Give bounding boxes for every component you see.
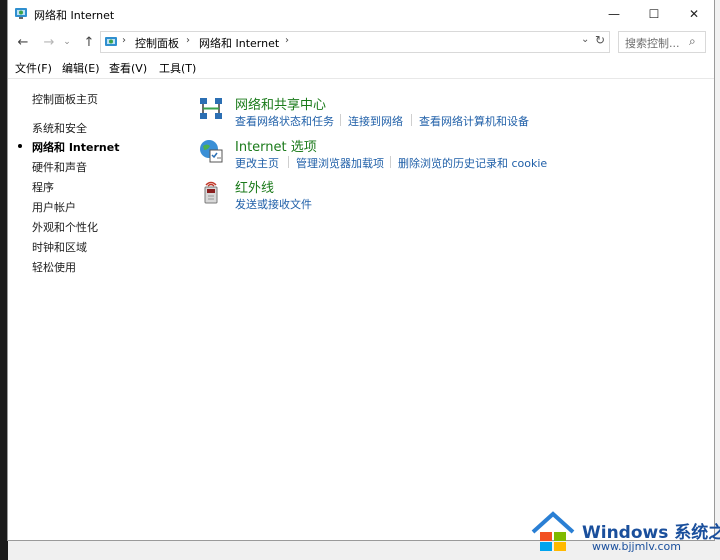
back-button[interactable]: ← (14, 33, 32, 51)
sidebar-item-ease-of-access[interactable]: 轻松使用 (32, 259, 76, 275)
sidebar-item-programs[interactable]: 程序 (32, 179, 54, 195)
breadcrumb-separator[interactable]: › (285, 35, 289, 46)
link-separator (390, 156, 391, 168)
menu-file[interactable]: 文件(F) (15, 60, 52, 76)
link-connect-to-network[interactable]: 连接到网络 (348, 113, 403, 129)
maximize-icon: ☐ (648, 7, 660, 21)
maximize-button[interactable]: ☐ (634, 0, 674, 28)
sidebar-item-system-security[interactable]: 系统和安全 (32, 120, 87, 136)
network-sharing-icon[interactable] (198, 96, 224, 122)
link-send-receive-files[interactable]: 发送或接收文件 (235, 196, 312, 212)
search-icon[interactable]: ⌕ (689, 34, 696, 49)
navigation-bar: ← → ⌄ ↑ › 控制面板 › 网络和 Internet › ⌄ ↻ 搜索控制… (8, 29, 714, 55)
sidebar-item-network-internet[interactable]: 网络和 Internet (32, 139, 119, 155)
window-title: 网络和 Internet (34, 9, 115, 22)
forward-arrow-icon: → (43, 34, 55, 50)
address-bar[interactable]: › 控制面板 › 网络和 Internet › ⌄ ↻ (100, 31, 610, 53)
title-bar: 网络和 Internet — ☐ ✕ (8, 0, 714, 28)
back-arrow-icon: ← (17, 34, 29, 50)
link-manage-addons[interactable]: 管理浏览器加载项 (296, 155, 384, 171)
sidebar-home-link[interactable]: 控制面板主页 (32, 91, 98, 107)
category-network-sharing-center[interactable]: 网络和共享中心 (235, 94, 326, 113)
infrared-icon[interactable] (198, 179, 224, 205)
link-change-homepage[interactable]: 更改主页 (235, 155, 279, 171)
sidebar-item-clock-region[interactable]: 时钟和区域 (32, 239, 87, 255)
background-window-edge (714, 0, 720, 560)
menu-bar: 文件(F) 编辑(E) 查看(V) 工具(T) (8, 58, 714, 79)
link-delete-history[interactable]: 删除浏览的历史记录和 cookie (398, 155, 547, 171)
forward-button[interactable]: → (40, 33, 58, 51)
link-separator (340, 114, 341, 126)
network-folder-icon (15, 8, 27, 19)
breadcrumb-separator[interactable]: › (186, 35, 190, 46)
control-panel-icon (105, 37, 117, 46)
menu-view[interactable]: 查看(V) (109, 60, 147, 76)
breadcrumb-network-internet[interactable]: 网络和 Internet (199, 35, 279, 51)
menu-edit[interactable]: 编辑(E) (62, 60, 100, 76)
watermark-url: www.bjjmlv.com (592, 540, 681, 553)
search-box[interactable]: 搜索控制... ⌕ (618, 31, 706, 53)
category-infrared[interactable]: 红外线 (235, 177, 274, 196)
link-view-network-computers[interactable]: 查看网络计算机和设备 (419, 113, 529, 129)
breadcrumb-separator[interactable]: › (122, 35, 126, 46)
link-separator (411, 114, 412, 126)
menu-tools[interactable]: 工具(T) (159, 60, 196, 76)
address-dropdown-icon[interactable]: ⌄ (581, 34, 589, 45)
control-panel-window: 网络和 Internet — ☐ ✕ ← → ⌄ ↑ › 控制面板 › 网络和 … (8, 0, 714, 540)
up-arrow-icon: ↑ (83, 34, 95, 50)
sidebar-item-appearance[interactable]: 外观和个性化 (32, 219, 98, 235)
link-view-network-status[interactable]: 查看网络状态和任务 (235, 113, 334, 129)
recent-locations-button[interactable]: ⌄ (62, 33, 72, 51)
minimize-button[interactable]: — (594, 0, 634, 28)
refresh-icon[interactable]: ↻ (595, 33, 605, 47)
windows-logo-watermark (531, 511, 575, 551)
category-internet-options[interactable]: Internet 选项 (235, 136, 317, 155)
search-placeholder: 搜索控制... (625, 37, 680, 50)
chevron-down-icon: ⌄ (63, 37, 71, 47)
link-separator (288, 156, 289, 168)
sidebar-item-user-accounts[interactable]: 用户帐户 (32, 199, 76, 215)
internet-options-icon[interactable] (198, 138, 224, 164)
close-icon: ✕ (688, 7, 700, 21)
sidebar-item-hardware-sound[interactable]: 硬件和声音 (32, 159, 87, 175)
minimize-icon: — (608, 7, 620, 21)
breadcrumb-control-panel[interactable]: 控制面板 (135, 35, 179, 51)
desktop-background (0, 0, 8, 560)
active-item-bullet (18, 144, 22, 148)
close-button[interactable]: ✕ (674, 0, 714, 28)
up-button[interactable]: ↑ (80, 33, 98, 51)
